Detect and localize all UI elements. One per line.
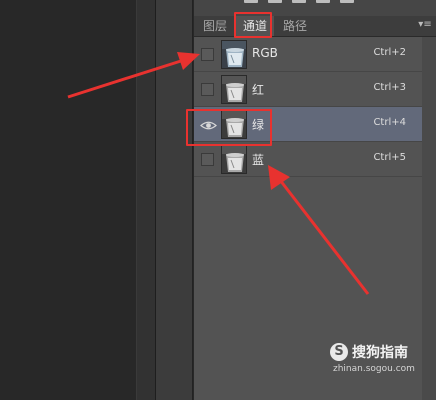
watermark-url: zhinan.sogou.com — [333, 364, 415, 374]
channel-shortcut: Ctrl+5 — [373, 152, 406, 163]
tab-paths[interactable]: 路径 — [276, 16, 314, 36]
channel-shortcut: Ctrl+3 — [373, 82, 406, 93]
tool-icon[interactable] — [340, 0, 354, 3]
channel-shortcut: Ctrl+2 — [373, 47, 406, 58]
tool-icon[interactable] — [268, 0, 282, 3]
watermark-title: 搜狗指南 — [352, 345, 408, 361]
tool-icon[interactable] — [316, 0, 330, 3]
channel-name: 蓝 — [252, 153, 265, 167]
channel-row-blue[interactable]: 蓝 Ctrl+5 — [194, 142, 436, 177]
collapsed-panel-dock — [156, 0, 193, 400]
annotation-box-green-channel — [186, 109, 272, 146]
toolbar-icons — [244, 0, 354, 3]
tool-icon[interactable] — [292, 0, 306, 3]
sogou-logo-icon: S — [330, 343, 348, 361]
scrollbar-track[interactable] — [422, 37, 436, 400]
channel-thumbnail — [221, 145, 247, 174]
channel-thumbnail — [221, 75, 247, 104]
channel-name: RGB — [252, 46, 278, 60]
annotation-box-channels-tab — [234, 12, 272, 38]
visibility-toggle[interactable] — [201, 83, 214, 96]
panel-tabbar: 图层 通道 路径 ▾≡ — [194, 16, 436, 37]
channel-name: 红 — [252, 83, 265, 97]
channel-row-red[interactable]: 红 Ctrl+3 — [194, 72, 436, 107]
panel-menu-icon[interactable]: ▾≡ — [418, 19, 432, 31]
channels-panel: 图层 通道 路径 ▾≡ RGB Ctrl+2 红 Ctrl+3 绿 Ctrl+4… — [194, 0, 436, 400]
panel-top-strip — [194, 0, 436, 16]
channel-thumbnail — [221, 40, 247, 69]
visibility-toggle[interactable] — [201, 153, 214, 166]
panel-gutter — [136, 0, 157, 400]
canvas-area — [0, 0, 136, 400]
channel-shortcut: Ctrl+4 — [373, 117, 406, 128]
visibility-toggle[interactable] — [201, 48, 214, 61]
tab-layers[interactable]: 图层 — [196, 16, 234, 36]
tool-icon[interactable] — [244, 0, 258, 3]
channel-row-rgb[interactable]: RGB Ctrl+2 — [194, 37, 436, 72]
